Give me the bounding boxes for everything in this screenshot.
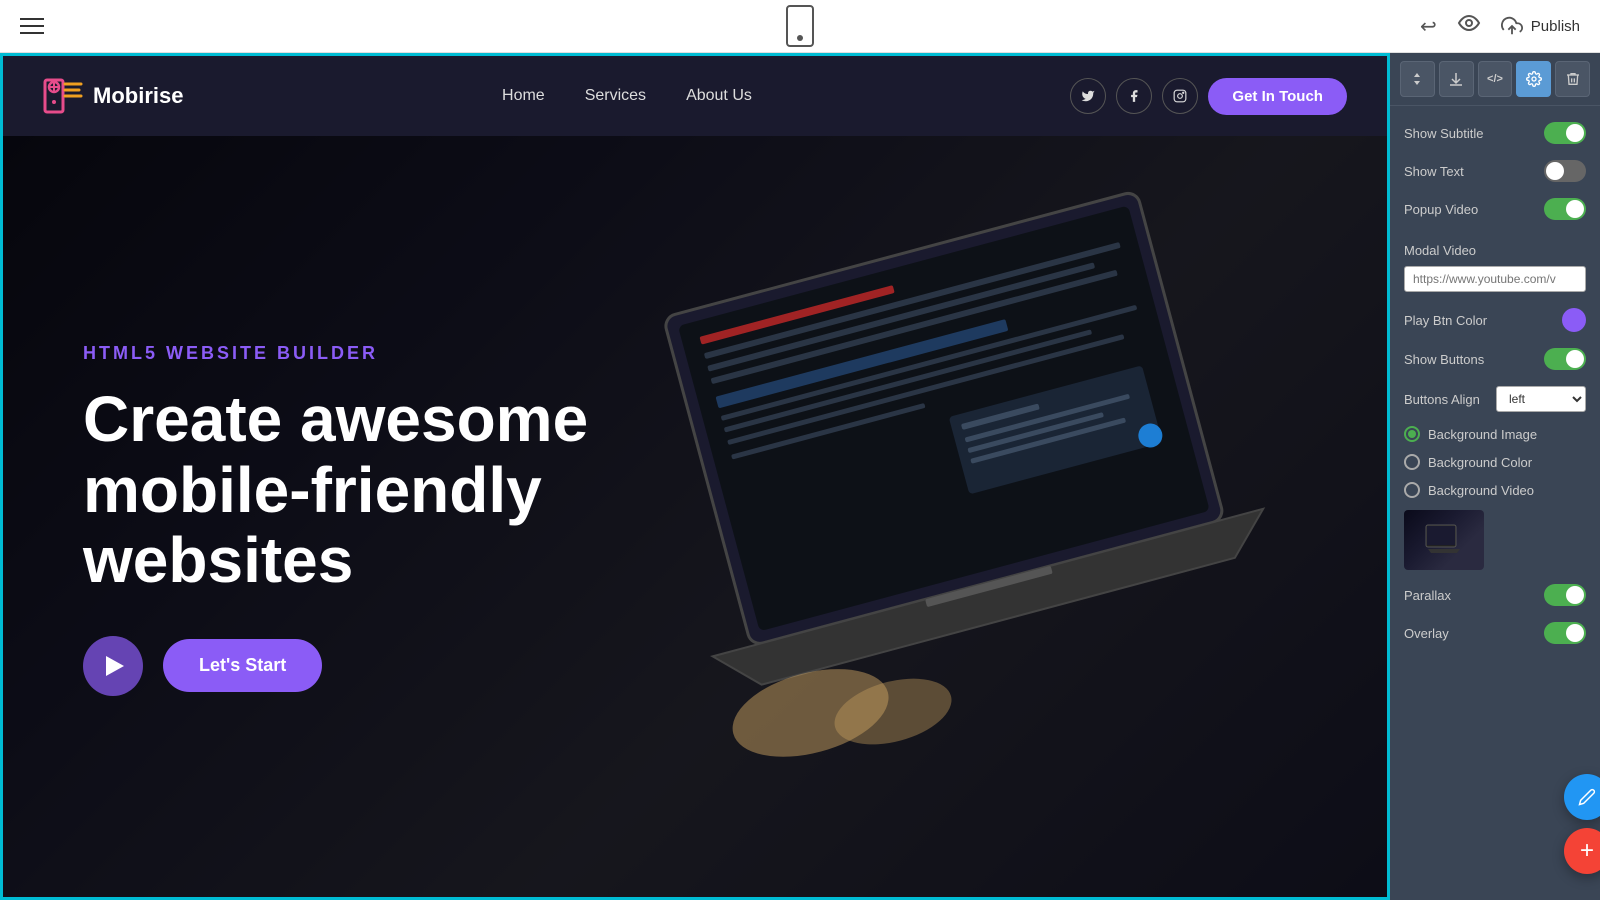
show-subtitle-toggle[interactable] <box>1544 122 1586 144</box>
toolbar-right: ↩ Publish <box>1420 11 1580 41</box>
play-triangle-icon <box>106 656 124 676</box>
modal-video-label: Modal Video <box>1404 243 1476 258</box>
popup-video-row: Popup Video <box>1390 190 1600 228</box>
publish-label: Publish <box>1531 18 1580 35</box>
overlay-row: Overlay <box>1390 614 1600 652</box>
site-logo: Mobirise <box>43 76 183 116</box>
download-button[interactable] <box>1439 61 1474 97</box>
show-subtitle-row: Show Subtitle <box>1390 114 1600 152</box>
toolbar-center <box>786 5 814 47</box>
toggle-knob <box>1566 124 1584 142</box>
bg-color-row[interactable]: Background Color <box>1390 448 1600 476</box>
overlay-label: Overlay <box>1404 626 1449 641</box>
toggle-knob <box>1566 200 1584 218</box>
bg-thumbnail-img <box>1404 510 1484 570</box>
buttons-align-label: Buttons Align <box>1404 392 1480 407</box>
undo-button[interactable]: ↩ <box>1420 14 1437 39</box>
popup-video-toggle[interactable] <box>1544 198 1586 220</box>
hero-section: HTML5 WEBSITE BUILDER Create awesome mob… <box>3 136 1387 900</box>
show-buttons-toggle[interactable] <box>1544 348 1586 370</box>
play-btn-color-label: Play Btn Color <box>1404 313 1487 328</box>
modal-video-input-row <box>1390 266 1600 300</box>
bg-video-label: Background Video <box>1428 483 1534 498</box>
bg-thumbnail[interactable] <box>1404 510 1484 570</box>
twitter-icon[interactable] <box>1070 78 1106 114</box>
canvas-area: Mobirise Home Services About Us <box>0 53 1600 900</box>
show-buttons-row: Show Buttons <box>1390 340 1600 378</box>
toggle-knob <box>1566 586 1584 604</box>
bg-image-label: Background Image <box>1428 427 1537 442</box>
nav-home[interactable]: Home <box>502 87 545 105</box>
site-navbar: Mobirise Home Services About Us <box>3 56 1387 136</box>
play-button[interactable] <box>83 636 143 696</box>
parallax-row: Parallax <box>1390 576 1600 614</box>
social-icons <box>1070 78 1198 114</box>
panel-toolbar: </> <box>1390 53 1600 106</box>
website-preview: Mobirise Home Services About Us <box>0 53 1390 900</box>
bg-color-radio[interactable] <box>1404 454 1420 470</box>
instagram-icon[interactable] <box>1162 78 1198 114</box>
panel-settings: Show Subtitle Show Text Popup Video <box>1390 106 1600 900</box>
bg-video-radio[interactable] <box>1404 482 1420 498</box>
site-nav: Home Services About Us <box>502 87 752 105</box>
hero-title-line1: Create awesome <box>83 383 588 455</box>
bg-color-label: Background Color <box>1428 455 1532 470</box>
toggle-knob <box>1546 162 1564 180</box>
parallax-toggle[interactable] <box>1544 584 1586 606</box>
top-toolbar: ↩ Publish <box>0 0 1600 53</box>
nav-right: Get In Touch <box>1070 78 1347 115</box>
hero-title: Create awesome mobile-friendly websites <box>83 384 683 595</box>
hero-content: HTML5 WEBSITE BUILDER Create awesome mob… <box>83 343 683 695</box>
toolbar-left <box>20 18 44 34</box>
play-btn-color-row: Play Btn Color <box>1390 300 1600 340</box>
hero-title-line2: mobile-friendly websites <box>83 454 542 596</box>
toggle-knob <box>1566 350 1584 368</box>
show-text-row: Show Text <box>1390 152 1600 190</box>
bg-image-radio[interactable] <box>1404 426 1420 442</box>
publish-button[interactable]: Publish <box>1501 15 1580 37</box>
logo-icon <box>43 76 83 116</box>
hero-buttons: Let's Start <box>83 636 683 696</box>
mobile-device-icon[interactable] <box>786 5 814 47</box>
facebook-icon[interactable] <box>1116 78 1152 114</box>
nav-services[interactable]: Services <box>585 87 646 105</box>
show-buttons-label: Show Buttons <box>1404 352 1484 367</box>
hero-subtitle: HTML5 WEBSITE BUILDER <box>83 343 683 364</box>
bg-image-row[interactable]: Background Image <box>1390 420 1600 448</box>
delete-button[interactable] <box>1555 61 1590 97</box>
nav-about[interactable]: About Us <box>686 87 752 105</box>
modal-video-label-row: Modal Video <box>1390 228 1600 266</box>
lets-start-button[interactable]: Let's Start <box>163 639 322 692</box>
overlay-toggle[interactable] <box>1544 622 1586 644</box>
preview-button[interactable] <box>1457 11 1481 41</box>
bg-video-row[interactable]: Background Video <box>1390 476 1600 504</box>
play-btn-color-swatch[interactable] <box>1562 308 1586 332</box>
logo-text: Mobirise <box>93 83 183 109</box>
settings-button[interactable] <box>1516 61 1551 97</box>
modal-video-input[interactable] <box>1404 266 1586 292</box>
show-text-toggle[interactable] <box>1544 160 1586 182</box>
parallax-label: Parallax <box>1404 588 1451 603</box>
right-panel: </> Show Subtitle <box>1390 53 1600 900</box>
sort-button[interactable] <box>1400 61 1435 97</box>
buttons-align-select[interactable]: left center right <box>1496 386 1586 412</box>
code-button[interactable]: </> <box>1478 61 1513 97</box>
show-subtitle-label: Show Subtitle <box>1404 126 1484 141</box>
hamburger-menu-icon[interactable] <box>20 18 44 34</box>
buttons-align-row: Buttons Align left center right <box>1390 378 1600 420</box>
cta-button[interactable]: Get In Touch <box>1208 78 1347 115</box>
toggle-knob <box>1566 624 1584 642</box>
popup-video-label: Popup Video <box>1404 202 1478 217</box>
show-text-label: Show Text <box>1404 164 1464 179</box>
